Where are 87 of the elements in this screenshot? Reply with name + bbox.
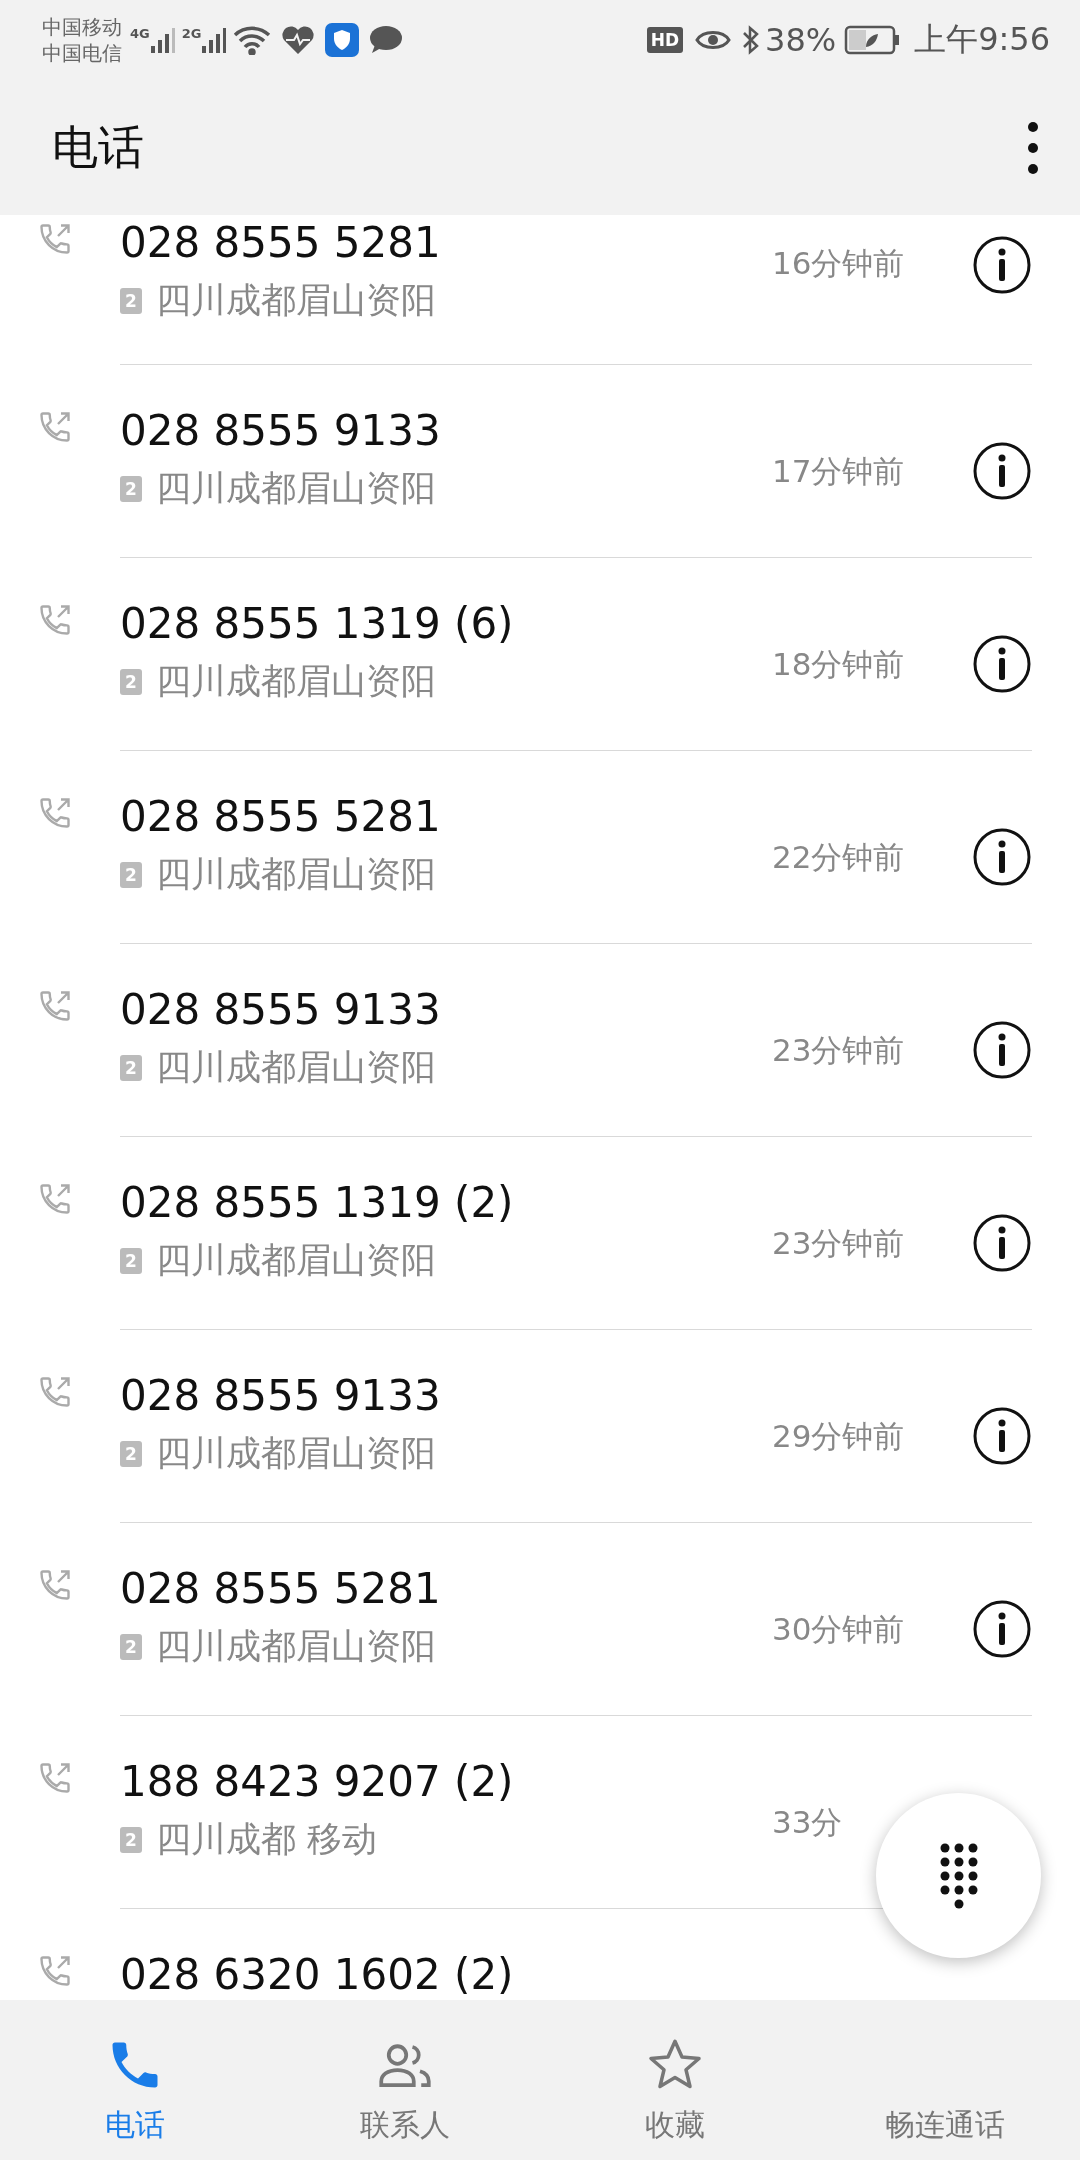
info-icon[interactable]	[972, 634, 1032, 694]
info-icon[interactable]	[972, 441, 1032, 501]
network-type: 2G	[181, 26, 202, 41]
dialpad-icon	[938, 1841, 979, 1910]
shield-icon	[325, 23, 360, 57]
phone-number: 028 8555 5281	[120, 1563, 441, 1615]
info-icon[interactable]	[972, 1599, 1032, 1659]
call-location: 四川成都眉山资阳	[156, 1239, 436, 1282]
call-log-entry[interactable]: 028 8555 5281 2 四川成都眉山资阳 16分钟前	[0, 215, 1080, 365]
sim-badge: 2	[120, 1054, 142, 1081]
nav-tab[interactable]: 畅连通话	[810, 2000, 1080, 2160]
wifi-icon	[233, 25, 272, 55]
call-location: 四川成都眉山资阳	[156, 853, 436, 896]
sim-badge: 2	[120, 1440, 142, 1467]
nav-tab[interactable]: 电话	[0, 2000, 270, 2160]
carrier-name: 中国电信	[42, 40, 122, 66]
call-time: 16分钟前	[772, 244, 906, 283]
outgoing-call-icon	[37, 795, 73, 831]
call-location: 四川成都 移动	[156, 1818, 378, 1861]
nav-tab[interactable]: 收藏	[540, 2000, 810, 2160]
phone-number: 028 8555 5281	[120, 217, 441, 269]
phone-number: 028 8555 9133	[120, 984, 441, 1036]
call-location: 四川成都眉山资阳	[156, 660, 436, 703]
call-time: 30分钟前	[772, 1610, 906, 1649]
call-log-entry[interactable]: 028 8555 9133 2 四川成都眉山资阳 17分钟前	[0, 365, 1080, 558]
phone-number: 028 8555 1319 (6)	[120, 598, 514, 650]
outgoing-call-icon	[37, 1181, 73, 1217]
call-log-entry[interactable]: 028 8555 1319 (6) 2 四川成都眉山资阳 18分钟前	[0, 558, 1080, 751]
sim-badge: 2	[120, 861, 142, 888]
sim-badge: 2	[120, 1633, 142, 1660]
signal-icon	[149, 26, 176, 54]
outgoing-call-icon	[37, 1567, 73, 1603]
call-location: 四川成都眉山资阳	[156, 1625, 436, 1668]
call-log-entry[interactable]: 028 8555 1319 (2) 2 四川成都眉山资阳 23分钟前	[0, 1137, 1080, 1330]
sim-badge: 2	[120, 668, 142, 695]
phone-number: 028 8555 9133	[120, 1370, 441, 1422]
call-time: 23分钟前	[772, 1224, 906, 1263]
info-icon[interactable]	[972, 1213, 1032, 1273]
phone-number: 188 8423 9207 (2)	[120, 1756, 514, 1808]
call-location: 四川成都眉山资阳	[156, 1432, 436, 1475]
carrier-name: 中国移动	[42, 14, 122, 40]
call-time: 18分钟前	[772, 645, 906, 684]
signal-icon	[201, 26, 228, 54]
sim-badge: 2	[120, 1247, 142, 1274]
sim-badge: 2	[120, 287, 142, 314]
outgoing-call-icon	[37, 1953, 73, 1989]
dialpad-button[interactable]	[876, 1793, 1041, 1958]
outgoing-call-icon	[37, 988, 73, 1024]
hd-badge: HD	[646, 27, 683, 53]
phone-number: 028 8555 5281	[120, 791, 441, 843]
more-options-icon[interactable]	[1026, 119, 1040, 176]
bluetooth-icon	[741, 24, 761, 56]
call-log-entry[interactable]: 028 8555 5281 2 四川成都眉山资阳 22分钟前	[0, 751, 1080, 944]
call-location: 四川成都眉山资阳	[156, 1046, 436, 1089]
battery-percent: 38%	[765, 21, 837, 59]
heart-rate-icon	[281, 25, 316, 55]
info-icon[interactable]	[972, 1020, 1032, 1080]
outgoing-call-icon	[37, 1760, 73, 1796]
nav-tab[interactable]: 联系人	[270, 2000, 540, 2160]
call-log-entry[interactable]: 028 8555 9133 2 四川成都眉山资阳 29分钟前	[0, 1330, 1080, 1523]
outgoing-call-icon	[37, 221, 73, 257]
outgoing-call-icon	[37, 1374, 73, 1410]
call-time: 17分钟前	[772, 452, 906, 491]
message-icon	[369, 25, 404, 55]
call-time: 22分钟前	[772, 838, 906, 877]
battery-icon	[844, 25, 901, 55]
outgoing-call-icon	[37, 409, 73, 445]
call-time: 29分钟前	[772, 1417, 906, 1456]
call-time: 23分钟前	[772, 1031, 906, 1070]
info-icon[interactable]	[972, 827, 1032, 887]
call-log-entry[interactable]: 028 8555 9133 2 四川成都眉山资阳 23分钟前	[0, 944, 1080, 1137]
clock: 上午9:56	[914, 19, 1050, 60]
call-time: 33分	[772, 1803, 844, 1842]
call-log-entry[interactable]: 028 6320 1602 (2)	[0, 1909, 1080, 2000]
call-location: 四川成都眉山资阳	[156, 467, 436, 510]
outgoing-call-icon	[37, 602, 73, 638]
phone-number: 028 8555 9133	[120, 405, 441, 457]
sim-badge: 2	[120, 475, 142, 502]
sim-badge: 2	[120, 1826, 142, 1853]
phone-number: 028 6320 1602 (2)	[120, 1949, 514, 2000]
call-log-entry[interactable]: 028 8555 5281 2 四川成都眉山资阳 30分钟前	[0, 1523, 1080, 1716]
network-type: 4G	[130, 26, 150, 41]
page-title: 电话	[52, 118, 144, 176]
info-icon[interactable]	[972, 235, 1032, 295]
call-location: 四川成都眉山资阳	[156, 279, 436, 322]
phone-number: 028 8555 1319 (2)	[120, 1177, 514, 1229]
info-icon[interactable]	[972, 1406, 1032, 1466]
